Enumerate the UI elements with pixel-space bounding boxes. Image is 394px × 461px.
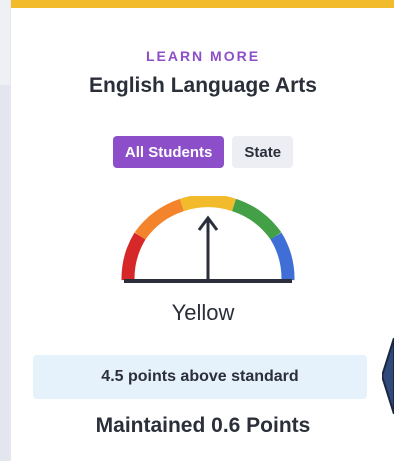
left-background-strip <box>0 85 10 461</box>
gauge-arc-blue <box>270 232 295 281</box>
gauge-icon <box>121 196 295 283</box>
learn-more-card: LEARN MORE English Language Arts All Stu… <box>10 0 394 461</box>
gauge-arc-green <box>231 198 282 240</box>
gauge-arc-red <box>121 232 146 281</box>
subject-title: English Language Arts <box>89 74 317 97</box>
all-students-button[interactable]: All Students <box>112 136 225 168</box>
student-group-toggle: All Students State <box>11 136 394 168</box>
change-status-text: Maintained 0.6 Points <box>95 414 311 437</box>
learn-more-eyebrow: LEARN MORE <box>145 48 261 64</box>
top-accent-bar <box>11 0 394 8</box>
callout-arrow-icon <box>382 338 394 414</box>
page: LEARN MORE English Language Arts All Stu… <box>0 0 394 461</box>
gauge-arc-yellow <box>179 196 237 212</box>
gauge-status-label: Yellow <box>171 300 235 325</box>
points-above-standard-box: 4.5 points above standard <box>33 355 367 399</box>
points-above-standard-text: 4.5 points above standard <box>101 368 299 385</box>
gauge-arc-orange <box>134 198 185 240</box>
state-button[interactable]: State <box>232 136 294 168</box>
